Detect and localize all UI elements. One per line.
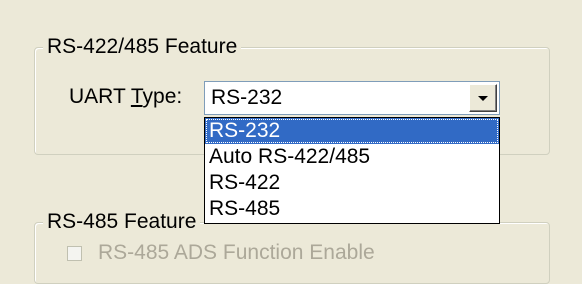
uart-option-auto-rs422-485[interactable]: Auto RS-422/485 bbox=[205, 144, 499, 170]
chevron-down-icon bbox=[478, 96, 488, 101]
rs485-ads-checkbox-label: RS-485 ADS Function Enable bbox=[98, 241, 375, 264]
uart-type-selected-value: RS-232 bbox=[211, 86, 283, 109]
rs422-485-feature-title: RS-422/485 Feature bbox=[43, 34, 242, 60]
uart-option-rs232[interactable]: RS-232 bbox=[205, 118, 499, 144]
uart-type-dropdown-button[interactable] bbox=[469, 84, 497, 112]
uart-type-accelerator: T bbox=[130, 85, 143, 108]
rs485-feature-title: RS-485 Feature bbox=[43, 209, 201, 235]
uart-type-combobox[interactable]: RS-232 bbox=[204, 81, 500, 115]
rs485-ads-checkbox[interactable] bbox=[67, 246, 82, 261]
uart-type-dropdown-list[interactable]: RS-232 Auto RS-422/485 RS-422 RS-485 bbox=[204, 117, 500, 224]
uart-option-rs485[interactable]: RS-485 bbox=[205, 196, 499, 222]
uart-option-rs422[interactable]: RS-422 bbox=[205, 170, 499, 196]
uart-type-label: UART Type: bbox=[69, 85, 183, 108]
